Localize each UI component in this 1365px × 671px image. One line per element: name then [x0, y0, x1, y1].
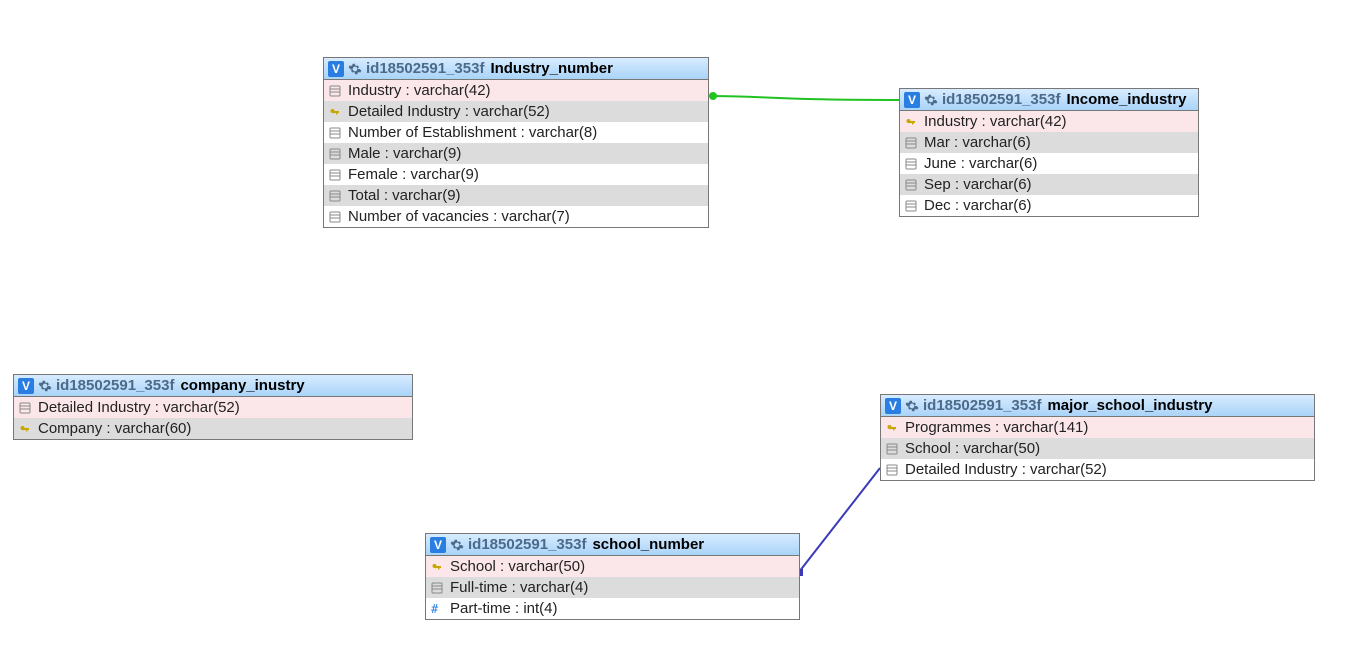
column-text: Sep : varchar(6) — [924, 176, 1032, 193]
table-header[interactable]: V id18502591_353f Industry_number — [324, 58, 708, 80]
column-text: Part-time : int(4) — [450, 600, 558, 617]
column-row[interactable]: Industry : varchar(42) — [324, 80, 708, 101]
table-income-industry[interactable]: V id18502591_353f Income_industry Indust… — [899, 88, 1199, 217]
key-icon — [885, 421, 899, 435]
db-prefix: id18502591_353f — [468, 536, 588, 553]
column-text: Detailed Industry : varchar(52) — [348, 103, 550, 120]
column-row[interactable]: Sep : varchar(6) — [900, 174, 1198, 195]
gear-icon[interactable] — [348, 62, 362, 76]
column-row[interactable]: Mar : varchar(6) — [900, 132, 1198, 153]
column-icon — [328, 210, 342, 224]
db-prefix: id18502591_353f — [56, 377, 176, 394]
db-prefix: id18502591_353f — [923, 397, 1043, 414]
column-icon — [328, 147, 342, 161]
table-header[interactable]: V id18502591_353f Income_industry — [900, 89, 1198, 111]
column-text: Programmes : varchar(141) — [905, 419, 1088, 436]
column-icon — [885, 463, 899, 477]
view-icon: V — [904, 92, 920, 108]
hash-icon: # — [430, 602, 444, 616]
column-text: Industry : varchar(42) — [348, 82, 491, 99]
table-header[interactable]: V id18502591_353f major_school_industry — [881, 395, 1314, 417]
column-icon — [904, 136, 918, 150]
column-icon — [328, 84, 342, 98]
table-industry-number[interactable]: V id18502591_353f Industry_number Indust… — [323, 57, 709, 228]
table-name: school_number — [592, 536, 704, 553]
column-row[interactable]: Number of Establishment : varchar(8) — [324, 122, 708, 143]
column-icon — [904, 157, 918, 171]
column-icon — [328, 126, 342, 140]
column-row[interactable]: Male : varchar(9) — [324, 143, 708, 164]
column-text: Company : varchar(60) — [38, 420, 191, 437]
db-prefix: id18502591_353f — [942, 91, 1062, 108]
column-text: Mar : varchar(6) — [924, 134, 1031, 151]
table-name: company_inustry — [180, 377, 304, 394]
table-company-inustry[interactable]: V id18502591_353f company_inustry Detail… — [13, 374, 413, 440]
column-icon — [885, 442, 899, 456]
column-text: Female : varchar(9) — [348, 166, 479, 183]
view-icon: V — [328, 61, 344, 77]
table-header[interactable]: V id18502591_353f company_inustry — [14, 375, 412, 397]
column-text: June : varchar(6) — [924, 155, 1037, 172]
column-row[interactable]: Dec : varchar(6) — [900, 195, 1198, 216]
key-icon — [18, 422, 32, 436]
column-icon — [328, 189, 342, 203]
connector-endpoint — [709, 92, 717, 100]
table-name: Industry_number — [490, 60, 613, 77]
table-name: major_school_industry — [1047, 397, 1212, 414]
column-text: Number of Establishment : varchar(8) — [348, 124, 597, 141]
db-prefix: id18502591_353f — [366, 60, 486, 77]
table-name: Income_industry — [1066, 91, 1186, 108]
column-row[interactable]: School : varchar(50) — [881, 438, 1314, 459]
column-row[interactable]: # Part-time : int(4) — [426, 598, 799, 619]
column-row[interactable]: Total : varchar(9) — [324, 185, 708, 206]
column-text: Detailed Industry : varchar(52) — [38, 399, 240, 416]
column-row[interactable]: Number of vacancies : varchar(7) — [324, 206, 708, 227]
column-text: Total : varchar(9) — [348, 187, 461, 204]
key-icon — [328, 105, 342, 119]
column-row[interactable]: Detailed Industry : varchar(52) — [324, 101, 708, 122]
column-text: Dec : varchar(6) — [924, 197, 1032, 214]
relationship-line-green — [709, 96, 900, 100]
view-icon: V — [885, 398, 901, 414]
column-row[interactable]: Detailed Industry : varchar(52) — [14, 397, 412, 418]
column-icon — [430, 581, 444, 595]
column-icon — [904, 178, 918, 192]
table-major-school-industry[interactable]: V id18502591_353f major_school_industry … — [880, 394, 1315, 481]
key-icon — [904, 115, 918, 129]
column-row[interactable]: Detailed Industry : varchar(52) — [881, 459, 1314, 480]
column-text: Detailed Industry : varchar(52) — [905, 461, 1107, 478]
column-icon — [328, 168, 342, 182]
view-icon: V — [18, 378, 34, 394]
key-icon — [430, 560, 444, 574]
table-header[interactable]: V id18502591_353f school_number — [426, 534, 799, 556]
column-text: Full-time : varchar(4) — [450, 579, 588, 596]
column-row[interactable]: Full-time : varchar(4) — [426, 577, 799, 598]
view-icon: V — [430, 537, 446, 553]
column-row[interactable]: Industry : varchar(42) — [900, 111, 1198, 132]
column-row[interactable]: Company : varchar(60) — [14, 418, 412, 439]
svg-text:#: # — [431, 603, 439, 615]
column-text: Industry : varchar(42) — [924, 113, 1067, 130]
table-school-number[interactable]: V id18502591_353f school_number School :… — [425, 533, 800, 620]
column-row[interactable]: Female : varchar(9) — [324, 164, 708, 185]
column-row[interactable]: Programmes : varchar(141) — [881, 417, 1314, 438]
column-row[interactable]: June : varchar(6) — [900, 153, 1198, 174]
gear-icon[interactable] — [450, 538, 464, 552]
column-icon — [904, 199, 918, 213]
column-text: Male : varchar(9) — [348, 145, 461, 162]
column-text: School : varchar(50) — [450, 558, 585, 575]
gear-icon[interactable] — [38, 379, 52, 393]
column-row[interactable]: School : varchar(50) — [426, 556, 799, 577]
gear-icon[interactable] — [905, 399, 919, 413]
column-text: School : varchar(50) — [905, 440, 1040, 457]
gear-icon[interactable] — [924, 93, 938, 107]
relationship-line-blue — [799, 468, 880, 572]
column-text: Number of vacancies : varchar(7) — [348, 208, 570, 225]
column-icon — [18, 401, 32, 415]
